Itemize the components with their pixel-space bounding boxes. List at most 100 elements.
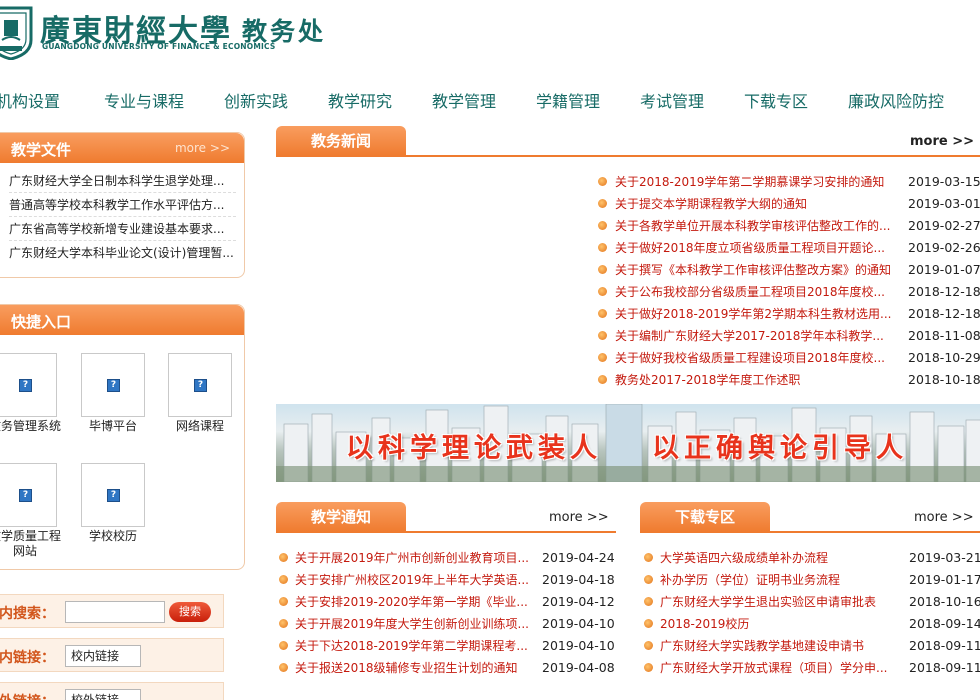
item-title-link[interactable]: 关于提交本学期课程教学大纲的通知 <box>615 193 895 215</box>
quick-label-bb-platform[interactable]: 毕博平台 <box>74 419 152 434</box>
list-item[interactable]: 关于做好2018年度立项省级质量工程项目开题论... 2019-02-26 <box>598 237 980 259</box>
nav-item-exams[interactable]: 考试管理 <box>640 88 704 112</box>
item-date: 2019-04-10 <box>542 616 615 631</box>
bullet-icon <box>598 243 607 252</box>
downloads-list: 大学英语四六级成绩单补办流程 2019-03-21 补办学历（学位）证明书业务流程 2… <box>644 547 980 679</box>
list-item[interactable]: 广东省高等学校新增专业建设基本要求... <box>9 217 236 241</box>
notices-more-link[interactable]: more >> <box>549 510 609 525</box>
quick-label-quality-project[interactable]: 教学质量工程网站 <box>0 529 64 559</box>
bullet-icon <box>598 221 607 230</box>
list-item[interactable]: 关于2018-2019学年第二学期慕课学习安排的通知 2019-03-15 <box>598 171 980 193</box>
news-more-link[interactable]: more >> <box>910 134 974 149</box>
list-item[interactable]: 关于开展2019年度大学生创新创业训练项... 2019-04-10 <box>279 613 619 635</box>
list-item[interactable]: 关于提交本学期课程教学大纲的通知 2019-03-01 <box>598 193 980 215</box>
quick-label-online-courses[interactable]: 网络课程 <box>161 419 239 434</box>
bullet-icon <box>598 287 607 296</box>
item-title-link[interactable]: 关于撰写《本科教学工作审核评估整改方案》的通知 <box>615 259 895 281</box>
quick-entry-title: 快捷入口 <box>11 313 72 331</box>
bullet-icon <box>644 663 653 672</box>
list-item[interactable]: 广东财经大学本科毕业论文(设计)管理暂... <box>9 241 236 265</box>
nav-item-status[interactable]: 学籍管理 <box>536 88 600 112</box>
nav-item-innovation[interactable]: 创新实践 <box>224 88 288 112</box>
item-title-link[interactable]: 关于做好2018-2019学年第2学期本科生教材选用... <box>615 303 895 325</box>
item-title-link[interactable]: 关于开展2019年度大学生创新创业训练项... <box>295 613 531 635</box>
list-item[interactable]: 关于下达2018-2019学年第二学期课程考... 2019-04-10 <box>279 635 619 657</box>
nav-item-downloads[interactable]: 下载专区 <box>744 88 808 112</box>
internal-links-label: 内链接： <box>0 650 55 666</box>
banner-slogan-right: 以正确舆论引导人 <box>652 433 908 464</box>
nav-item-teaching[interactable]: 教学管理 <box>432 88 496 112</box>
list-item[interactable]: 关于做好我校省级质量工程建设项目2018年度校... 2018-10-29 <box>598 347 980 369</box>
item-title-link[interactable]: 关于各教学单位开展本科教学审核评估整改工作的... <box>615 215 895 237</box>
bullet-icon <box>279 619 288 628</box>
item-title-link[interactable]: 补办学历（学位）证明书业务流程 <box>660 569 898 591</box>
external-links-select[interactable]: 校外链接 <box>65 689 141 700</box>
news-list: 关于2018-2019学年第二学期慕课学习安排的通知 2019-03-15 关于提交… <box>598 171 980 391</box>
quick-tile-bb-platform[interactable]: ? <box>81 353 145 417</box>
search-button[interactable]: 搜索 <box>169 602 211 622</box>
list-item[interactable]: 关于开展2019年广州市创新创业教育项目... 2019-04-24 <box>279 547 619 569</box>
quick-tile-academic-system[interactable]: ? <box>0 353 57 417</box>
item-title-link[interactable]: 2018-2019校历 <box>660 613 898 635</box>
item-title-link[interactable]: 关于做好2018年度立项省级质量工程项目开题论... <box>615 237 895 259</box>
list-item[interactable]: 关于安排广州校区2019年上半年大学英语... 2019-04-18 <box>279 569 619 591</box>
item-title-link[interactable]: 关于安排广州校区2019年上半年大学英语... <box>295 569 531 591</box>
item-date: 2019-02-27 <box>908 218 980 233</box>
quick-entry-box: 快捷入口 ? 教务管理系统 ? 毕博平台 ? 网络课程 ? 教学质量工程网站 ?… <box>0 304 245 570</box>
list-item[interactable]: 2018-2019校历 2018-09-14 <box>644 613 980 635</box>
list-item[interactable]: 关于撰写《本科教学工作审核评估整改方案》的通知 2019-01-07 <box>598 259 980 281</box>
nav-item-majors[interactable]: 专业与课程 <box>104 88 184 112</box>
item-title-link[interactable]: 大学英语四六级成绩单补办流程 <box>660 547 898 569</box>
item-date: 2018-11-08 <box>908 328 980 343</box>
quick-label-school-calendar[interactable]: 学校校历 <box>74 529 152 544</box>
internal-links-select[interactable]: 校内链接 <box>65 645 141 667</box>
news-title: 教务新闻 <box>276 126 406 156</box>
list-item[interactable]: 普通高等学校本科教学工作水平评估方... <box>9 193 236 217</box>
item-date: 2018-09-11 <box>909 638 980 653</box>
item-title-link[interactable]: 广东财经大学学生退出实验区申请审批表 <box>660 591 898 613</box>
university-seal-logo[interactable] <box>0 4 34 60</box>
list-item[interactable]: 关于各教学单位开展本科教学审核评估整改工作的... 2019-02-27 <box>598 215 980 237</box>
nav-item-research[interactable]: 教学研究 <box>328 88 392 112</box>
item-title-link[interactable]: 关于安排2019-2020学年第一学期《毕业... <box>295 591 531 613</box>
list-item[interactable]: 关于安排2019-2020学年第一学期《毕业... 2019-04-12 <box>279 591 619 613</box>
list-item[interactable]: 关于报送2018级辅修专业招生计划的通知 2019-04-08 <box>279 657 619 679</box>
teaching-docs-more-link[interactable]: more >> <box>175 141 230 155</box>
list-item[interactable]: 关于公布我校部分省级质量工程项目2018年度校... 2018-12-18 <box>598 281 980 303</box>
downloads-more-link[interactable]: more >> <box>914 510 974 525</box>
item-title-link[interactable]: 广东财经大学开放式课程（项目）学分申... <box>660 657 898 679</box>
quick-tile-online-courses[interactable]: ? <box>168 353 232 417</box>
site-search-input[interactable] <box>65 601 165 623</box>
quick-tile-school-calendar[interactable]: ? <box>81 463 145 527</box>
list-item[interactable]: 广东财经大学学生退出实验区申请审批表 2018-10-16 <box>644 591 980 613</box>
item-title-link[interactable]: 关于报送2018级辅修专业招生计划的通知 <box>295 657 531 679</box>
item-title-link[interactable]: 关于编制广东财经大学2017-2018学年本科教学... <box>615 325 895 347</box>
list-item[interactable]: 关于编制广东财经大学2017-2018学年本科教学... 2018-11-08 <box>598 325 980 347</box>
item-date: 2018-10-29 <box>908 350 980 365</box>
site-search-label: 内搜索： <box>0 606 55 622</box>
quick-label-academic-system[interactable]: 教务管理系统 <box>0 419 64 434</box>
bullet-icon <box>279 597 288 606</box>
downloads-title: 下载专区 <box>640 502 770 532</box>
item-title-link[interactable]: 关于下达2018-2019学年第二学期课程考... <box>295 635 531 657</box>
item-title-link[interactable]: 教务处2017-2018学年度工作述职 <box>615 369 895 391</box>
list-item[interactable]: 广东财经大学开放式课程（项目）学分申... 2018-09-11 <box>644 657 980 679</box>
item-title-link[interactable]: 关于2018-2019学年第二学期慕课学习安排的通知 <box>615 171 895 193</box>
nav-item-org[interactable]: 机构设置 <box>0 88 60 112</box>
item-date: 2019-01-17 <box>909 572 980 587</box>
item-title-link[interactable]: 关于开展2019年广州市创新创业教育项目... <box>295 547 531 569</box>
list-item[interactable]: 大学英语四六级成绩单补办流程 2019-03-21 <box>644 547 980 569</box>
item-title-link[interactable]: 广东财经大学实践教学基地建设申请书 <box>660 635 898 657</box>
list-item[interactable]: 关于做好2018-2019学年第2学期本科生教材选用... 2018-12-18 <box>598 303 980 325</box>
list-item[interactable]: 补办学历（学位）证明书业务流程 2019-01-17 <box>644 569 980 591</box>
list-item[interactable]: 教务处2017-2018学年度工作述职 2018-10-18 <box>598 369 980 391</box>
broken-image-icon: ? <box>194 379 207 392</box>
quick-entry-grid: ? 教务管理系统 ? 毕博平台 ? 网络课程 ? 教学质量工程网站 ? 学校校历 <box>0 345 246 585</box>
nav-item-integrity[interactable]: 廉政风险防控 <box>848 88 944 112</box>
bullet-icon <box>644 597 653 606</box>
item-title-link[interactable]: 关于公布我校部分省级质量工程项目2018年度校... <box>615 281 895 303</box>
item-title-link[interactable]: 关于做好我校省级质量工程建设项目2018年度校... <box>615 347 895 369</box>
list-item[interactable]: 广东财经大学实践教学基地建设申请书 2018-09-11 <box>644 635 980 657</box>
list-item[interactable]: 广东财经大学全日制本科学生退学处理... <box>9 169 236 193</box>
quick-tile-quality-project[interactable]: ? <box>0 463 57 527</box>
